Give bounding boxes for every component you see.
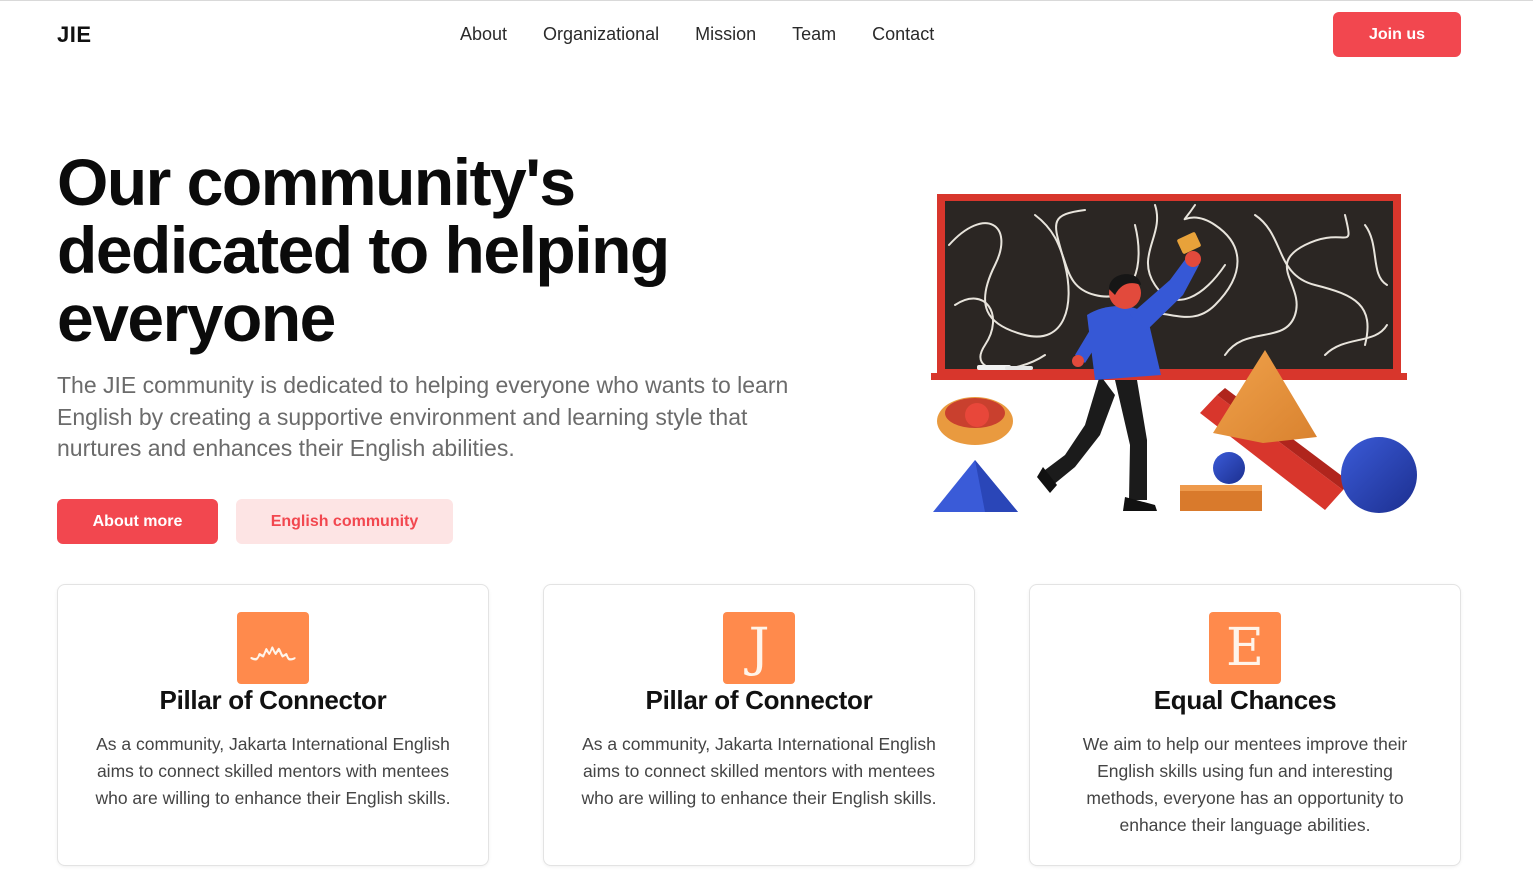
about-more-button[interactable]: About more bbox=[57, 499, 218, 544]
card-text: As a community, Jakarta International En… bbox=[581, 734, 937, 808]
card-text: We aim to help our mentees improve their… bbox=[1082, 734, 1408, 835]
hero-description: The JIE community is dedicated to helpin… bbox=[57, 372, 789, 461]
navbar: JIE About Organizational Mission Team Co… bbox=[0, 0, 1533, 70]
letter-e-icon: E bbox=[1209, 612, 1281, 684]
letter-j-icon: J bbox=[723, 612, 795, 684]
card-title: Equal Chances bbox=[1153, 685, 1337, 715]
nav-link-contact[interactable]: Contact bbox=[872, 24, 934, 45]
hero-title: Our community's dedicated to helping eve… bbox=[57, 145, 670, 355]
ornament-icon: ෴ bbox=[237, 612, 309, 684]
nav-link-organizational[interactable]: Organizational bbox=[543, 24, 659, 45]
card-title: Pillar of Connector bbox=[645, 685, 873, 715]
logo[interactable]: JIE bbox=[57, 22, 92, 48]
nav-link-about[interactable]: About bbox=[460, 24, 507, 45]
nav-link-team[interactable]: Team bbox=[792, 24, 836, 45]
join-us-button[interactable]: Join us bbox=[1333, 12, 1461, 57]
card-text: As a community, Jakarta International En… bbox=[95, 734, 451, 808]
feature-card-connector-1: ෴ Pillar of Connector As a community, Ja… bbox=[57, 584, 489, 866]
nav-links: About Organizational Mission Team Contac… bbox=[460, 24, 934, 45]
feature-card-connector-2: J Pillar of Connector As a community, Ja… bbox=[543, 584, 975, 866]
hero-illustration bbox=[931, 194, 1417, 513]
english-community-button[interactable]: English community bbox=[236, 499, 453, 544]
feature-card-equal-chances: E Equal Chances We aim to help our mente… bbox=[1029, 584, 1461, 866]
card-title: Pillar of Connector bbox=[159, 685, 387, 715]
nav-link-mission[interactable]: Mission bbox=[695, 24, 756, 45]
